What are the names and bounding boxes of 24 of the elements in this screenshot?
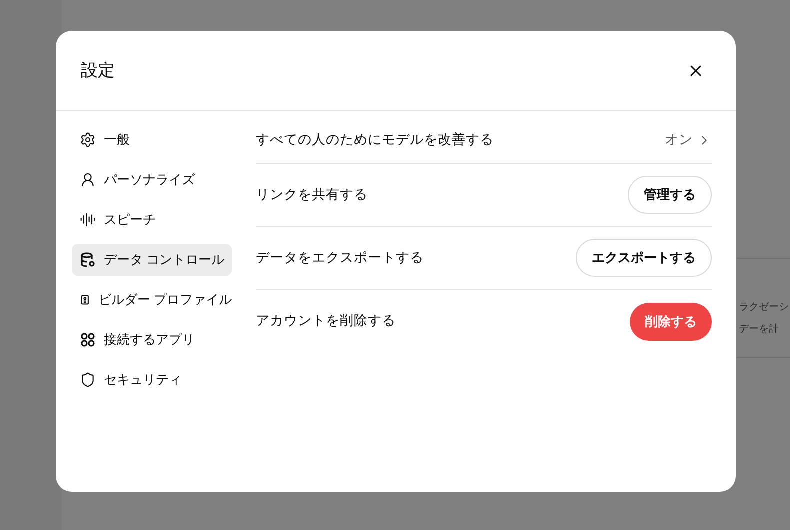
database-icon xyxy=(80,252,96,268)
delete-button[interactable]: 削除する xyxy=(630,302,712,340)
action-button[interactable]: エクスポートする xyxy=(576,239,712,277)
setting-label: リンクを共有する xyxy=(256,186,368,204)
setting-value-link[interactable]: オン xyxy=(665,130,712,151)
sidebar-item[interactable]: 接続するアプリ xyxy=(72,324,232,356)
sidebar-item[interactable]: スピーチ xyxy=(72,204,232,236)
circles-grid-icon xyxy=(80,332,96,348)
sound-wave-icon xyxy=(80,212,96,228)
sidebar-item[interactable]: パーソナライズ xyxy=(72,164,232,196)
background-text: デーを計 xyxy=(739,323,780,337)
sidebar-item[interactable]: データ コントロール xyxy=(72,244,232,276)
sidebar-item[interactable]: ビルダー プロファイル xyxy=(72,284,232,316)
shield-icon xyxy=(80,372,96,388)
setting-label: アカウントを削除する xyxy=(256,312,396,330)
action-button[interactable]: 管理する xyxy=(628,176,712,214)
dialog-title: 設定 xyxy=(81,60,115,82)
settings-icon xyxy=(80,132,96,148)
user-icon xyxy=(80,172,96,188)
sidebar-item[interactable]: 一般 xyxy=(72,124,232,156)
background-text: ラクゼーシ xyxy=(739,301,790,315)
sidebar-item[interactable]: セキュリティ xyxy=(72,364,232,396)
setting-label: すべての人のためにモデルを改善する xyxy=(256,131,494,150)
setting-label: データをエクスポートする xyxy=(256,248,424,267)
